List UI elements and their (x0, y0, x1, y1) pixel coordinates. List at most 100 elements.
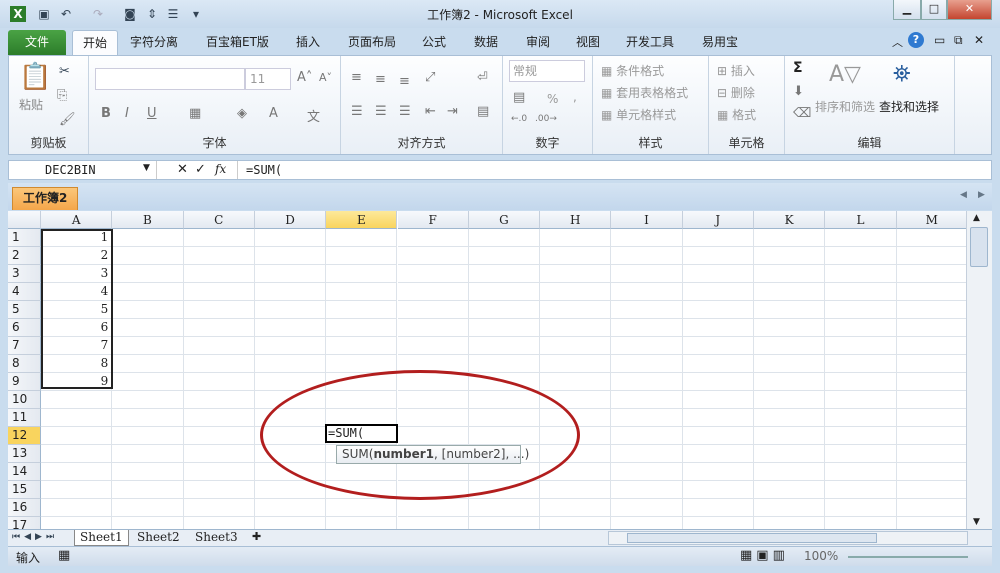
row-header-2[interactable]: 2 (8, 247, 41, 265)
cell-H2[interactable] (540, 247, 612, 265)
format-cells-button[interactable]: ▦ 格式 (717, 106, 756, 123)
cell-M5[interactable] (896, 301, 966, 319)
cell-B12[interactable] (112, 427, 184, 445)
cell-H5[interactable] (540, 301, 612, 319)
cell-D5[interactable] (254, 301, 327, 319)
cell-H15[interactable] (540, 481, 612, 499)
cell-C13[interactable] (183, 445, 255, 463)
cell-L2[interactable] (825, 247, 897, 265)
cell-I16[interactable] (611, 499, 683, 517)
tab-review[interactable]: 审阅 (516, 30, 560, 55)
cell-H17[interactable] (540, 517, 612, 529)
cell-A11[interactable] (41, 409, 113, 427)
sheet-tab-3[interactable]: Sheet3 (190, 530, 243, 546)
sort-filter-button[interactable]: 排序和筛选 (815, 98, 875, 115)
workbook-close-icon[interactable]: ✕ (974, 33, 984, 47)
column-header-H[interactable]: H (540, 211, 612, 229)
cell-M9[interactable] (896, 373, 966, 391)
column-header-B[interactable]: B (112, 211, 184, 229)
cell-E7[interactable] (326, 337, 398, 355)
cell-G16[interactable] (468, 499, 541, 517)
vertical-scroll-thumb[interactable] (970, 227, 988, 267)
wrap-text-icon[interactable]: ⏎ (477, 70, 488, 85)
cell-A13[interactable] (41, 445, 113, 463)
cell-I15[interactable] (611, 481, 683, 499)
column-header-C[interactable]: C (183, 211, 255, 229)
cell-I1[interactable] (611, 229, 683, 247)
cell-L4[interactable] (825, 283, 897, 301)
cell-L10[interactable] (825, 391, 897, 409)
cell-B13[interactable] (112, 445, 184, 463)
column-header-D[interactable]: D (254, 211, 327, 229)
increase-decimal-icon[interactable]: ←.0 (511, 114, 527, 124)
cell-I12[interactable] (611, 427, 683, 445)
cell-I8[interactable] (611, 355, 683, 373)
cell-D7[interactable] (254, 337, 327, 355)
cell-J9[interactable] (682, 373, 754, 391)
cell-C11[interactable] (183, 409, 255, 427)
cell-A15[interactable] (41, 481, 113, 499)
cell-D4[interactable] (254, 283, 327, 301)
copy-icon[interactable]: ⎘ (57, 88, 67, 103)
cell-H16[interactable] (540, 499, 612, 517)
phonetic-icon[interactable]: 文 (307, 106, 320, 125)
tab-page-layout[interactable]: 页面布局 (338, 30, 406, 55)
increase-indent-icon[interactable]: ⇥ (447, 104, 458, 119)
cell-I17[interactable] (611, 517, 683, 529)
horizontal-scroll-thumb[interactable] (627, 533, 877, 543)
cell-M16[interactable] (896, 499, 966, 517)
cell-G3[interactable] (468, 265, 541, 283)
cell-F7[interactable] (397, 337, 469, 355)
collapse-ribbon-icon[interactable]: ︿ (892, 34, 903, 50)
cancel-icon[interactable]: ✕ (177, 162, 188, 177)
cell-C9[interactable] (183, 373, 255, 391)
cell-J17[interactable] (683, 517, 754, 529)
tab-formulas[interactable]: 公式 (412, 30, 456, 55)
cell-M1[interactable] (896, 229, 966, 247)
column-header-F[interactable]: F (397, 211, 469, 229)
cell-I2[interactable] (611, 247, 683, 265)
paste-button[interactable]: 粘贴 (19, 96, 43, 113)
cell-G17[interactable] (469, 517, 541, 529)
cell-H7[interactable] (540, 337, 612, 355)
decrease-indent-icon[interactable]: ⇤ (425, 104, 436, 119)
column-header-L[interactable]: L (825, 211, 897, 229)
cell-I9[interactable] (611, 373, 683, 391)
align-bottom-icon[interactable]: ≡ (399, 74, 410, 89)
tab-developer[interactable]: 开发工具 (616, 30, 684, 55)
border-icon[interactable]: ▦ (189, 106, 201, 121)
row-header-17[interactable]: 17 (8, 517, 41, 529)
cell-M10[interactable] (896, 391, 966, 409)
cell-C2[interactable] (183, 247, 255, 265)
sheet-tab-1[interactable]: Sheet1 (74, 530, 129, 546)
cell-L6[interactable] (825, 319, 897, 337)
vertical-scrollbar[interactable]: ▲ ▼ (966, 211, 992, 529)
format-painter-icon[interactable]: 🖌 (59, 112, 76, 127)
tab-next-icon[interactable]: ▶ (978, 190, 985, 200)
tab-data[interactable]: 数据 (464, 30, 508, 55)
cell-B7[interactable] (112, 337, 184, 355)
cell-B2[interactable] (112, 247, 184, 265)
cell-M7[interactable] (896, 337, 966, 355)
sheet-tab-2[interactable]: Sheet2 (132, 530, 185, 546)
underline-icon[interactable]: U (147, 106, 157, 121)
cell-K15[interactable] (754, 481, 826, 499)
cell-B16[interactable] (112, 499, 184, 517)
cut-icon[interactable]: ✂ (59, 64, 70, 79)
view-buttons[interactable]: ▦▣▥ (740, 548, 789, 563)
align-center-icon[interactable]: ☰ (375, 104, 387, 119)
row-header-3[interactable]: 3 (8, 265, 41, 283)
align-middle-icon[interactable]: ≡ (375, 72, 386, 87)
cell-F6[interactable] (397, 319, 469, 337)
row-header-9[interactable]: 9 (8, 373, 41, 391)
row-header-11[interactable]: 11 (8, 409, 41, 427)
find-select-button[interactable]: 查找和选择 (879, 98, 939, 115)
cell-style-button[interactable]: ▦ 单元格样式 (601, 106, 676, 123)
cell-B1[interactable] (112, 229, 184, 247)
cell-B15[interactable] (112, 481, 184, 499)
align-top-icon[interactable]: ≡ (351, 70, 362, 85)
tab-prev-icon[interactable]: ◀ (960, 190, 967, 200)
column-header-E[interactable]: E (326, 211, 398, 229)
sheet-nav-icons[interactable]: ⏮◀▶⏭ (12, 532, 58, 542)
merge-icon[interactable]: ▤ (477, 104, 489, 119)
